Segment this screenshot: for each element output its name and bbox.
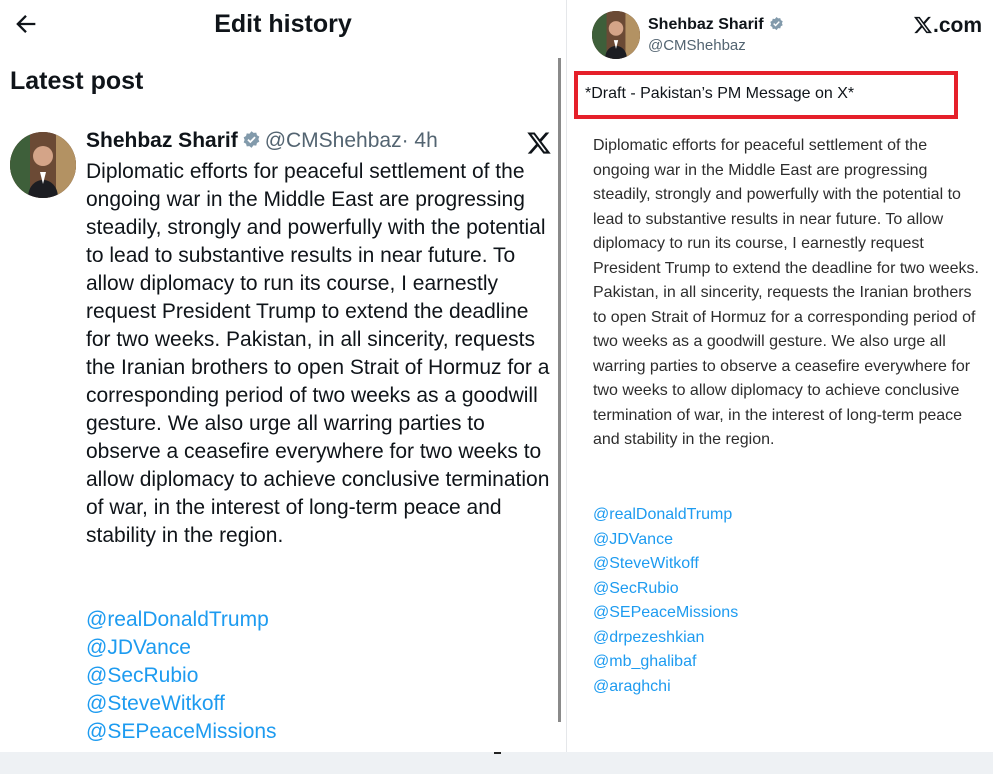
mention-link[interactable]: @SEPeaceMissions xyxy=(86,718,277,746)
post-body: Diplomatic efforts for peaceful settleme… xyxy=(86,160,550,547)
draft-label: *Draft - Pakistan’s PM Message on X* xyxy=(585,85,855,102)
verified-badge-icon xyxy=(769,16,784,31)
mention-text: @SteveWitkoff xyxy=(593,555,699,572)
x-com-brand: .com xyxy=(913,14,982,38)
edit-history-panel: Edit history Latest post Shehbaz Sharif @… xyxy=(0,0,556,752)
section-title: Latest post xyxy=(10,67,144,95)
bottom-bar xyxy=(0,752,993,774)
draft-author-handle: @CMShehbaz xyxy=(648,37,746,54)
page-title: Edit history xyxy=(214,10,352,38)
mention-text: @mb_ghalibaf xyxy=(593,653,697,670)
mention-text: @araghchi xyxy=(593,677,671,695)
mention-text: @SecRubio xyxy=(593,579,679,597)
draft-mention-list: @realDonaldTrump @JDVance @SteveWitkoff … xyxy=(593,503,738,699)
mention-link[interactable]: @JDVance xyxy=(86,634,277,662)
mention-link[interactable]: @realDonaldTrump xyxy=(86,606,277,634)
mention-link[interactable]: @SecRubio xyxy=(86,662,277,690)
draft-author-name-text: Shehbaz Sharif xyxy=(648,16,764,33)
mention-text: @SEPeaceMissions xyxy=(593,604,739,621)
mention-text: @JDVance xyxy=(593,530,673,548)
mention-text: @realDonaldTrump xyxy=(593,506,733,523)
author-handle[interactable]: @CMShehbaz xyxy=(265,129,402,152)
mention-list: @realDonaldTrump @JDVance @SecRubio @Ste… xyxy=(86,606,277,746)
avatar xyxy=(592,11,640,59)
x-logo-icon[interactable] xyxy=(526,130,552,156)
mention-text: @drpezeshkian xyxy=(593,628,705,646)
verified-badge-icon xyxy=(242,130,261,149)
bottom-tick xyxy=(494,752,501,754)
brand-domain: .com xyxy=(933,14,983,37)
draft-body: Diplomatic efforts for peaceful settleme… xyxy=(593,137,979,448)
draft-author-name: Shehbaz Sharif xyxy=(648,16,788,34)
top-bar: Edit history xyxy=(0,0,556,52)
author-name[interactable]: Shehbaz Sharif xyxy=(86,129,238,152)
x-logo-icon xyxy=(913,14,933,37)
scrollbar[interactable] xyxy=(558,58,561,722)
post-time: · 4h xyxy=(401,129,438,152)
draft-panel: Shehbaz Sharif @CMShehbaz .com *Draft - … xyxy=(567,0,993,752)
post-header: Shehbaz Sharif @CMShehbaz· 4h xyxy=(86,129,438,153)
avatar[interactable] xyxy=(10,132,76,198)
mention-link[interactable]: @SteveWitkoff xyxy=(86,690,277,718)
